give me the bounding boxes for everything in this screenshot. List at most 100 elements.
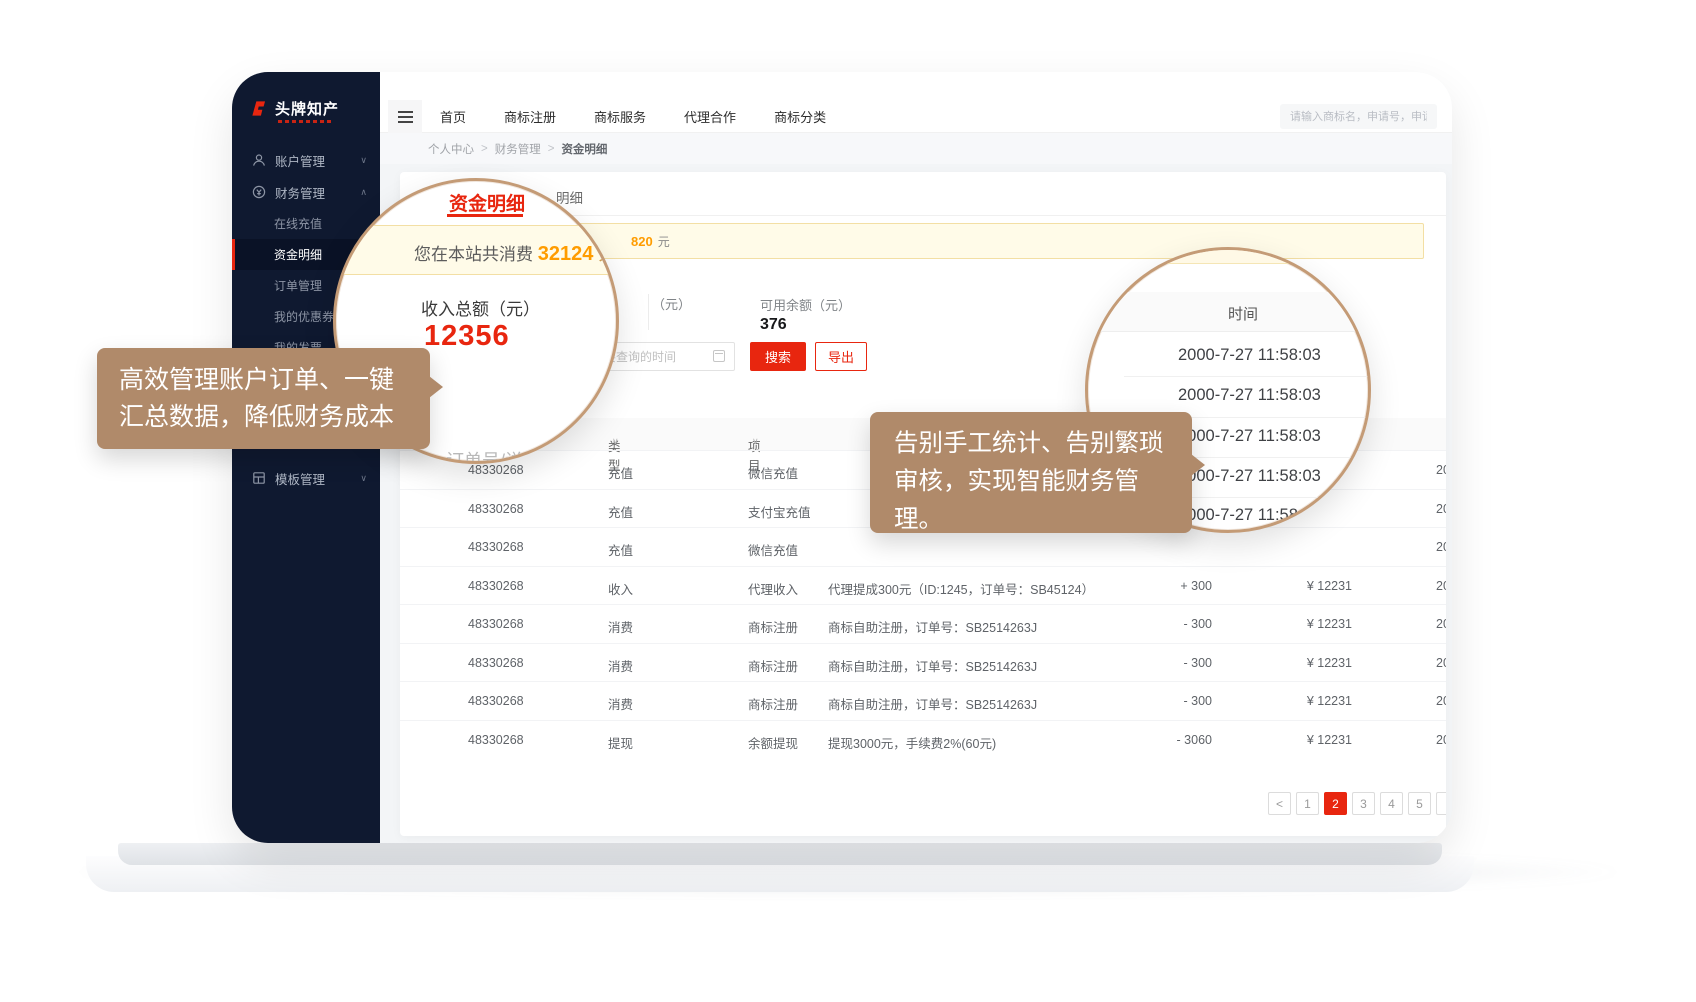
cell-amount: - 300 xyxy=(1100,617,1212,631)
breadcrumb-item[interactable]: 个人中心 xyxy=(428,141,474,157)
cell-time: 2000-7-27 11:58:03 xyxy=(1436,656,1446,670)
cell-desc: 代理提成300元（ID:1245，订单号：SB45124） xyxy=(828,579,1094,598)
lens-income-value: 12356 xyxy=(424,320,510,353)
menu-hamburger-button[interactable] xyxy=(388,100,422,133)
cell-type: 消费 xyxy=(608,694,633,713)
subitem-label: 在线充值 xyxy=(274,215,322,232)
cell-desc: 商标自助注册，订单号：SB2514263J xyxy=(828,617,1037,636)
lens-time-value: 2000-7-27 11:58:03 xyxy=(1178,506,1321,525)
sidebar: 头牌知产 账户管理 ∨ 财务管理 ∧ 在线充值 资金明细 订单管理 我的优惠券 xyxy=(232,72,380,843)
app-logo: 头牌知产 xyxy=(250,98,339,119)
cell-time: 2000-7-27 11:58:03 xyxy=(1436,463,1446,477)
cell-amount: - 300 xyxy=(1100,656,1212,670)
cell-balance: ¥ 12231 xyxy=(1240,617,1352,631)
table-row: 48330268 收入 代理收入 代理提成300元（ID:1245，订单号：SB… xyxy=(400,566,1446,604)
cell-time: 2000-7-27 11:58:03 xyxy=(1436,694,1446,708)
cell-project: 商标注册 xyxy=(748,656,798,675)
lens-banner-sliver xyxy=(1088,250,1371,264)
pagination-page-3[interactable]: 3 xyxy=(1352,792,1375,815)
export-button[interactable]: 导出 xyxy=(815,342,867,371)
cell-time: 2000-7-27 11:58:03 xyxy=(1436,733,1446,747)
lens-time-value: 2000-7-27 11:58:03 xyxy=(1178,386,1321,405)
search-button[interactable]: 搜索 xyxy=(750,342,806,371)
nav-item-home[interactable]: 首页 xyxy=(440,107,466,126)
cell-desc: 提现3000元，手续费2%(60元) xyxy=(828,733,996,752)
cell-order: 48330268 xyxy=(468,656,524,670)
tooltip-right-line1: 告别手工统计、告别繁琐 xyxy=(894,425,1168,463)
subitem-label: 我的优惠券 xyxy=(274,308,334,325)
breadcrumb-item[interactable]: 财务管理 xyxy=(495,141,541,157)
table-row: 48330268 提现 余额提现 提现3000元，手续费2%(60元) - 30… xyxy=(400,720,1446,758)
table-row: 48330268 消费 商标注册 商标自助注册，订单号：SB2514263J -… xyxy=(400,604,1446,642)
pagination-page-2-active[interactable]: 2 xyxy=(1324,792,1347,815)
chevron-down-icon: ∨ xyxy=(752,436,759,447)
cell-time: 2000-7-27 11:58:03 xyxy=(1436,579,1446,593)
cell-type: 消费 xyxy=(608,617,633,636)
cell-amount: + 300 xyxy=(1100,579,1212,593)
nav-links: 首页 商标注册 商标服务 代理合作 商标分类 xyxy=(440,100,826,133)
breadcrumb-separator: > xyxy=(548,143,555,155)
lens-income-label: 收入总额（元） xyxy=(421,295,540,320)
cell-project: 支付宝充值 xyxy=(748,502,811,521)
chevron-down-icon: ∨ xyxy=(360,155,367,166)
sidebar-item-finance[interactable]: 财务管理 ∧ xyxy=(232,176,380,208)
cell-balance: ¥ 12231 xyxy=(1240,579,1352,593)
cell-amount: - 300 xyxy=(1100,694,1212,708)
lens-tab-label: 资金明细 xyxy=(449,189,525,216)
chevron-up-icon: ∧ xyxy=(360,187,367,198)
logo-tagline xyxy=(278,120,334,123)
cell-balance: ¥ 12231 xyxy=(1240,733,1352,747)
banner-unit: 元 xyxy=(658,233,670,250)
pagination-prev-button[interactable]: < xyxy=(1268,792,1291,815)
cell-project: 商标注册 xyxy=(748,617,798,636)
stat-balance-label: 可用余额（元） xyxy=(760,295,851,314)
tab-partial[interactable]: 明细 xyxy=(556,187,583,207)
lens-time-value: 2000-7-27 11:58:03 xyxy=(1178,346,1321,365)
sidebar-item-label: 财务管理 xyxy=(275,183,325,202)
chevron-down-icon: ∨ xyxy=(612,436,619,447)
cell-project: 余额提现 xyxy=(748,733,798,752)
nav-item-trademark-service[interactable]: 商标服务 xyxy=(594,107,646,126)
trademark-search-input[interactable] xyxy=(1280,104,1437,129)
template-icon xyxy=(252,471,266,485)
pagination-page-5[interactable]: 5 xyxy=(1408,792,1431,815)
user-icon xyxy=(252,153,266,167)
cell-type: 消费 xyxy=(608,656,633,675)
lens-banner-band: 您在本站共消费 32124 大 xyxy=(333,225,619,275)
cell-type: 提现 xyxy=(608,733,633,752)
cell-order: 48330268 xyxy=(468,733,524,747)
sidebar-item-account[interactable]: 账户管理 ∨ xyxy=(232,144,380,176)
breadcrumb-separator: > xyxy=(481,143,488,155)
pagination-page-4[interactable]: 4 xyxy=(1380,792,1403,815)
subitem-label: 资金明细 xyxy=(274,246,322,263)
cell-order: 48330268 xyxy=(468,579,524,593)
stat-divider xyxy=(648,294,649,330)
stat-balance-value: 376 xyxy=(760,316,787,334)
cell-type: 充值 xyxy=(608,540,633,559)
calendar-icon xyxy=(713,350,725,362)
nav-item-trademark-register[interactable]: 商标注册 xyxy=(504,107,556,126)
pagination-next-button-clipped[interactable] xyxy=(1436,792,1446,815)
cell-desc: 商标自助注册，订单号：SB2514263J xyxy=(828,656,1037,675)
nav-item-trademark-category[interactable]: 商标分类 xyxy=(774,107,826,126)
breadcrumb: 个人中心 > 财务管理 > 资金明细 xyxy=(380,133,1452,164)
finance-icon xyxy=(252,185,266,199)
pagination: < 1 2 3 4 5 xyxy=(1268,792,1446,815)
sidebar-item-label: 模板管理 xyxy=(275,469,325,488)
lens-time-header: 时间 xyxy=(1088,292,1371,332)
cell-amount: - 3060 xyxy=(1100,733,1212,747)
banner-amount: 820 xyxy=(631,234,653,249)
laptop-base-bar xyxy=(118,843,1442,865)
cell-desc: 商标自助注册，订单号：SB2514263J xyxy=(828,694,1037,713)
cell-type: 收入 xyxy=(608,579,633,598)
pagination-page-1[interactable]: 1 xyxy=(1296,792,1319,815)
tooltip-left: 高效管理账户订单、一键 汇总数据，降低财务成本 xyxy=(97,348,430,449)
nav-item-agent-cooperation[interactable]: 代理合作 xyxy=(684,107,736,126)
stat-expense-label: （元） xyxy=(652,294,691,313)
subitem-label: 订单管理 xyxy=(274,277,322,294)
cell-order: 48330268 xyxy=(468,502,524,516)
cell-balance: ¥ 12231 xyxy=(1240,694,1352,708)
cell-balance: ¥ 12231 xyxy=(1240,656,1352,670)
lens-tab-underline xyxy=(447,214,523,217)
sidebar-item-template[interactable]: 模板管理 ∨ xyxy=(232,462,380,494)
